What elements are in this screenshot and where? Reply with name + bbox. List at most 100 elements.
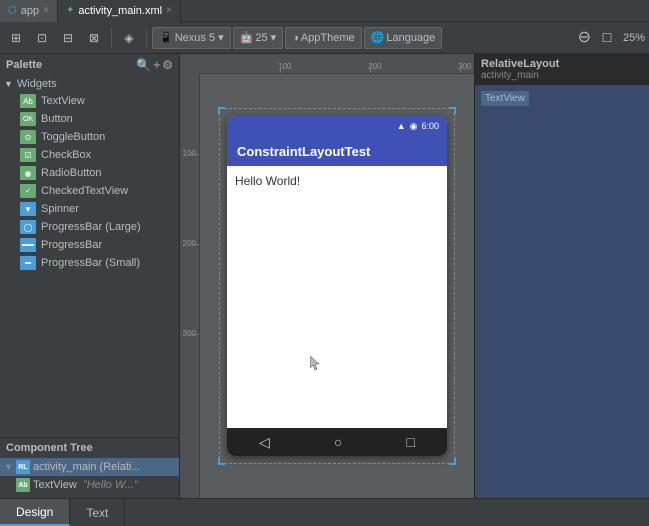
- right-panel: RelativeLayout activity_main TextView: [474, 54, 649, 498]
- palette-item-label: CheckedTextView: [41, 185, 128, 197]
- api-dropdown[interactable]: 🤖 25 ▾: [233, 27, 284, 49]
- theme-icon: ◑: [292, 32, 299, 44]
- component-tree-header: Component Tree: [0, 438, 179, 458]
- phone-orientation-button[interactable]: ☐: [595, 26, 619, 50]
- constraint-button[interactable]: ◈: [117, 26, 141, 50]
- left-panel: Palette 🔍 + ⚙ ▼ Widgets Ab TextView OK B…: [0, 54, 180, 498]
- blueprint-view-button[interactable]: ⊟: [56, 26, 80, 50]
- canvas-content: ▲ ◉ 6:00 ConstraintLayoutTest Hello Worl…: [200, 74, 474, 498]
- ruler-corner: [180, 54, 200, 74]
- palette-item-spinner[interactable]: ▼ Spinner: [0, 200, 179, 218]
- palette-item-radiobutton[interactable]: ◉ RadioButton: [0, 164, 179, 182]
- android-icon: 🤖: [240, 31, 254, 44]
- palette-category-widgets[interactable]: ▼ Widgets: [0, 76, 179, 92]
- palette-expand-icon[interactable]: +: [153, 58, 160, 72]
- palette-item-label: Spinner: [41, 203, 79, 215]
- progressbar-small-icon: ▬: [20, 256, 36, 270]
- resize-handle-tr[interactable]: [449, 107, 456, 114]
- palette-item-progressbar-small[interactable]: ▬ ProgressBar (Small): [0, 254, 179, 272]
- separator-1: [111, 28, 112, 48]
- palette-item-label: RadioButton: [41, 167, 102, 179]
- tree-child-value: "Hello W...": [83, 479, 138, 491]
- tab-design-label: Design: [16, 505, 53, 519]
- checkbox-icon: ☑: [20, 148, 36, 162]
- both-view-button[interactable]: ⊠: [82, 26, 106, 50]
- ruler-top: 100 200 300: [200, 54, 474, 74]
- zoom-label: 25%: [623, 32, 645, 44]
- right-panel-textview[interactable]: TextView: [481, 91, 529, 106]
- palette-item-checkbox[interactable]: ☑ CheckBox: [0, 146, 179, 164]
- bottom-tabs: Design Text: [0, 498, 649, 526]
- theme-label: AppTheme: [301, 32, 355, 44]
- palette-item-checkedtextview[interactable]: ✓ CheckedTextView: [0, 182, 179, 200]
- palette-item-label: Button: [41, 113, 73, 125]
- nexus-label: Nexus 5 ▾: [175, 31, 224, 44]
- category-arrow: ▼: [4, 79, 13, 89]
- tab-xml-label: activity_main.xml: [78, 5, 162, 17]
- theme-dropdown[interactable]: ◑ AppTheme: [285, 27, 361, 49]
- togglebutton-icon: ⊙: [20, 130, 36, 144]
- right-panel-layout-name: activity_main: [481, 70, 643, 81]
- title-bar: ⬡ app × ✦ activity_main.xml ×: [0, 0, 649, 22]
- right-panel-content[interactable]: TextView: [475, 85, 649, 498]
- palette-toggle-button[interactable]: ⊞: [4, 26, 28, 50]
- ruler-left: 100 200 300: [180, 74, 200, 498]
- language-dropdown[interactable]: 🌐 Language: [364, 27, 443, 49]
- component-tree: Component Tree ▼ RL activity_main (Relat…: [0, 437, 179, 498]
- palette-item-label: ProgressBar (Small): [41, 257, 140, 269]
- palette-item-progressbar[interactable]: ▬▬ ProgressBar: [0, 236, 179, 254]
- tab-xml-close[interactable]: ×: [166, 5, 172, 16]
- palette-item-togglebutton[interactable]: ⊙ ToggleButton: [0, 128, 179, 146]
- xml-icon: ✦: [66, 5, 74, 16]
- tree-item-root[interactable]: ▼ RL activity_main (Relati...: [0, 458, 179, 476]
- tab-design[interactable]: Design: [0, 499, 70, 526]
- palette-title: Palette: [6, 59, 42, 71]
- button-icon: OK: [20, 112, 36, 126]
- tree-child-label: TextView: [33, 479, 77, 491]
- palette-header: Palette 🔍 + ⚙: [0, 54, 179, 76]
- tree-expand-arrow: ▼: [4, 462, 13, 472]
- progressbar-large-icon: ◯: [20, 220, 36, 234]
- resize-handle-br[interactable]: [449, 458, 456, 465]
- language-icon: 🌐: [371, 31, 385, 44]
- palette-item-textview[interactable]: Ab TextView: [0, 92, 179, 110]
- app-icon: ⬡: [8, 5, 17, 16]
- layout-icon: RL: [16, 460, 30, 474]
- palette-search-icon[interactable]: 🔍: [136, 58, 151, 72]
- tab-app-close[interactable]: ×: [43, 5, 49, 16]
- tab-xml[interactable]: ✦ activity_main.xml ×: [58, 0, 181, 22]
- palette-item-label: ProgressBar (Large): [41, 221, 141, 233]
- design-view-button[interactable]: ⊡: [30, 26, 54, 50]
- tab-text[interactable]: Text: [70, 499, 125, 526]
- resize-handle-tl[interactable]: [218, 107, 225, 114]
- spinner-icon: ▼: [20, 202, 36, 216]
- tab-app[interactable]: ⬡ app ×: [0, 0, 58, 22]
- palette-item-progressbar-large[interactable]: ◯ ProgressBar (Large): [0, 218, 179, 236]
- zoom-out-button[interactable]: ⊖: [578, 30, 591, 46]
- phone-container[interactable]: ▲ ◉ 6:00 ConstraintLayoutTest Hello Worl…: [227, 116, 447, 456]
- right-panel-header: RelativeLayout activity_main: [475, 54, 649, 85]
- toolbar: ⊞ ⊡ ⊟ ⊠ ◈ 📱 Nexus 5 ▾ 🤖 25 ▾ ◑ AppTheme …: [0, 22, 649, 54]
- textview-icon: Ab: [20, 94, 36, 108]
- palette-gear-icon[interactable]: ⚙: [162, 58, 173, 72]
- zoom-control: ⊖ ☐ 25%: [578, 26, 645, 50]
- language-label: Language: [386, 32, 435, 44]
- tree-root-label: activity_main (Relati...: [33, 461, 141, 473]
- palette-item-button[interactable]: OK Button: [0, 110, 179, 128]
- resize-handle-bl[interactable]: [218, 458, 225, 465]
- progressbar-icon: ▬▬: [20, 238, 36, 252]
- separator-2: [146, 28, 147, 48]
- tree-item-textview[interactable]: Ab TextView "Hello W...": [0, 476, 179, 494]
- textview-tree-icon: Ab: [16, 478, 30, 492]
- palette-item-label: ToggleButton: [41, 131, 105, 143]
- nexus-dropdown[interactable]: 📱 Nexus 5 ▾: [152, 27, 231, 49]
- palette-item-label: CheckBox: [41, 149, 91, 161]
- right-panel-layout-type: RelativeLayout: [481, 58, 643, 70]
- palette-item-label: TextView: [41, 95, 85, 107]
- phone-selection-border: [219, 108, 455, 464]
- main-content: Palette 🔍 + ⚙ ▼ Widgets Ab TextView OK B…: [0, 54, 649, 498]
- tab-text-label: Text: [86, 506, 108, 520]
- category-label: Widgets: [17, 78, 57, 90]
- palette-header-icons: 🔍 + ⚙: [136, 58, 173, 72]
- canvas-area[interactable]: 100 200 300 100 200 300: [180, 54, 474, 498]
